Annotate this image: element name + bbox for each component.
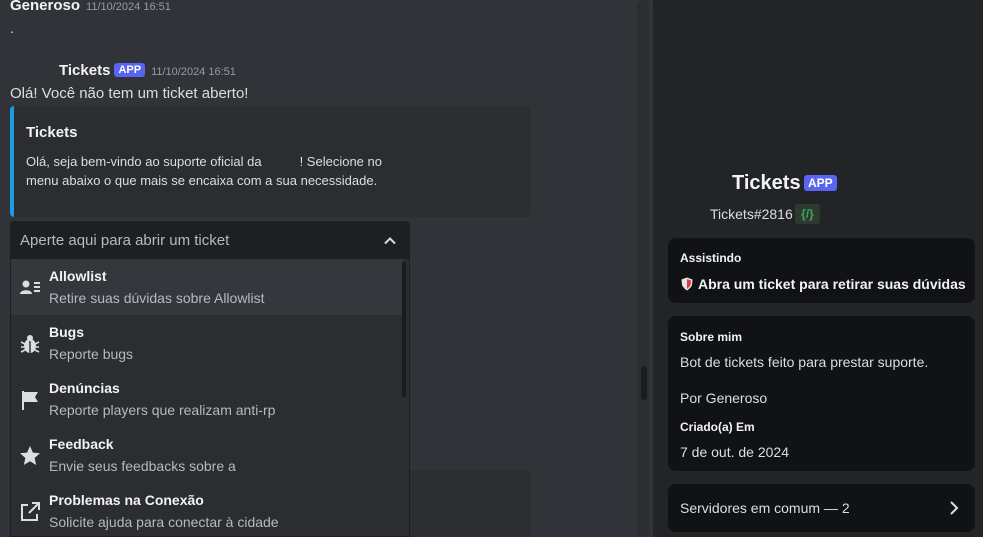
- embed-title: Tickets: [26, 124, 78, 141]
- select-option-denuncias[interactable]: Denúncias Reporte players que realizam a…: [11, 371, 403, 427]
- message-text: Olá! Você não tem um ticket aberto!: [10, 85, 249, 102]
- flag-icon: [22, 391, 38, 410]
- app-badge: APP: [804, 175, 837, 191]
- message-author[interactable]: Tickets: [59, 62, 110, 79]
- user-profile-panel: Tickets APP Tickets#2816 {/} Assistindo …: [653, 0, 983, 537]
- message-author[interactable]: Generoso: [10, 0, 80, 14]
- select-option-bugs[interactable]: Bugs Reporte bugs: [11, 315, 403, 371]
- app-badge: APP: [114, 63, 146, 77]
- select-option-problemas-conexao[interactable]: Problemas na Conexão Solicite ajuda para…: [11, 483, 403, 536]
- option-label: Denúncias: [49, 380, 120, 396]
- select-option-allowlist[interactable]: Allowlist Retire suas dúvidas sobre Allo…: [11, 259, 403, 315]
- chevron-right-icon: [950, 501, 959, 515]
- contact-card-icon: [20, 280, 40, 294]
- message-header: Generoso 11/10/2024 16:51: [10, 0, 171, 14]
- select-options-list[interactable]: Allowlist Retire suas dúvidas sobre Allo…: [10, 259, 410, 537]
- created-heading: Criado(a) Em: [680, 420, 755, 434]
- chat-scrollbar-thumb[interactable]: [641, 366, 647, 400]
- about-line: Bot de tickets feito para prestar suport…: [680, 354, 929, 370]
- profile-tag: Tickets#2816: [710, 206, 793, 222]
- chat-area: Generoso 11/10/2024 16:51 . Tickets APP 11/…: [0, 0, 651, 537]
- message-timestamp: 11/10/2024 16:51: [151, 66, 236, 78]
- shield-icon: [681, 277, 693, 291]
- option-description: Reporte players que realizam anti-rp: [49, 402, 276, 418]
- option-description: Solicite ajuda para conectar à cidade: [49, 514, 279, 530]
- option-description: Reporte bugs: [49, 346, 134, 362]
- embed-description: Olá, seja bem-vindo ao suporte oficial d…: [26, 152, 406, 190]
- embed-desc-part1: Olá, seja bem-vindo ao suporte oficial d…: [26, 154, 262, 169]
- about-line: Por Generoso: [680, 390, 768, 406]
- created-value: 7 de out. de 2024: [680, 444, 789, 460]
- option-description: Retire suas dúvidas sobre Allowlist: [49, 290, 265, 306]
- select-option-feedback[interactable]: Feedback Envie seus feedbacks sobre a: [11, 427, 403, 483]
- menu-scrollbar[interactable]: [402, 262, 406, 397]
- bug-icon: [20, 335, 40, 353]
- about-heading: Sobre mim: [680, 330, 743, 344]
- mutual-servers-button[interactable]: Servidores em comum — 2: [668, 484, 975, 532]
- message-timestamp: 11/10/2024 16:51: [86, 1, 171, 13]
- chevron-up-icon: [384, 237, 396, 245]
- message-header: Tickets APP 11/10/2024 16:51: [59, 62, 236, 79]
- mutual-servers-label: Servidores em comum — 2: [680, 500, 850, 516]
- profile-name: Tickets: [732, 172, 801, 194]
- option-description: Envie seus feedbacks sobre a: [49, 458, 236, 474]
- embed-card: Tickets Olá, seja bem-vindo ao suporte o…: [10, 106, 530, 217]
- select-placeholder: Aperte aqui para abrir um ticket: [20, 232, 230, 249]
- star-icon: [20, 446, 40, 465]
- slash-commands-badge: {/}: [795, 204, 820, 224]
- activity-text: Abra um ticket para retirar suas dúvidas: [698, 276, 966, 292]
- ticket-select-menu[interactable]: Aperte aqui para abrir um ticket: [10, 221, 410, 259]
- option-label: Feedback: [49, 436, 114, 452]
- external-link-icon: [21, 502, 40, 521]
- chat-scrollbar-track[interactable]: [637, 0, 649, 537]
- option-label: Bugs: [49, 324, 84, 340]
- about-card: Sobre mim Bot de tickets feito para pres…: [668, 316, 975, 471]
- activity-heading: Assistindo: [680, 251, 742, 265]
- activity-card: Assistindo Abra um ticket para retirar s…: [668, 238, 975, 303]
- background-embed: [410, 470, 530, 537]
- option-label: Problemas na Conexão: [49, 492, 204, 508]
- message-text: .: [10, 20, 14, 36]
- option-label: Allowlist: [49, 268, 107, 284]
